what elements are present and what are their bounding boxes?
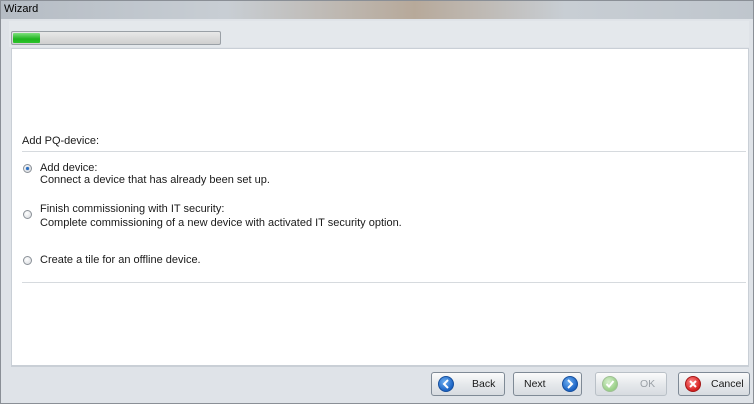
progress-bar [11, 31, 221, 45]
progress-fill [13, 33, 40, 43]
back-button[interactable]: Back [431, 372, 505, 396]
window-title: Wizard [4, 3, 39, 15]
arrow-right-icon [562, 376, 578, 392]
option-add-device[interactable]: Add device: Connect a device that has al… [23, 162, 723, 190]
group-divider-bottom [22, 282, 746, 283]
radio-add-device[interactable] [23, 164, 32, 173]
x-icon [685, 376, 701, 392]
cancel-button[interactable]: Cancel [678, 372, 750, 396]
next-button[interactable]: Next [513, 372, 582, 396]
title-bar[interactable]: Wizard [1, 1, 753, 19]
back-button-label: Back [472, 378, 496, 390]
arrow-left-icon [438, 376, 454, 392]
radio-finish-commissioning[interactable] [23, 210, 32, 219]
cancel-button-label: Cancel [711, 378, 744, 390]
wizard-window: Wizard Add PQ-device: Add device: Connec… [0, 0, 754, 404]
option-add-device-description: Connect a device that has already been s… [40, 174, 270, 186]
option-offline-tile-title: Create a tile for an offline device. [40, 254, 201, 266]
footer-divider [11, 366, 749, 367]
option-finish-commissioning-description: Complete commissioning of a new device w… [40, 217, 402, 229]
option-finish-commissioning[interactable]: Finish commissioning with IT security: C… [23, 202, 723, 230]
next-button-label: Next [524, 378, 546, 390]
wizard-content: Add PQ-device: Add device: Connect a dev… [11, 48, 749, 366]
group-title: Add PQ-device: [22, 135, 100, 147]
ok-button[interactable]: OK [595, 372, 667, 396]
ok-button-label: OK [640, 378, 656, 390]
option-offline-tile[interactable]: Create a tile for an offline device. [23, 254, 723, 270]
group-divider-top [22, 151, 746, 152]
option-finish-commissioning-title: Finish commissioning with IT security: [40, 203, 225, 215]
checkmark-icon [602, 376, 618, 392]
radio-offline-tile[interactable] [23, 256, 32, 265]
